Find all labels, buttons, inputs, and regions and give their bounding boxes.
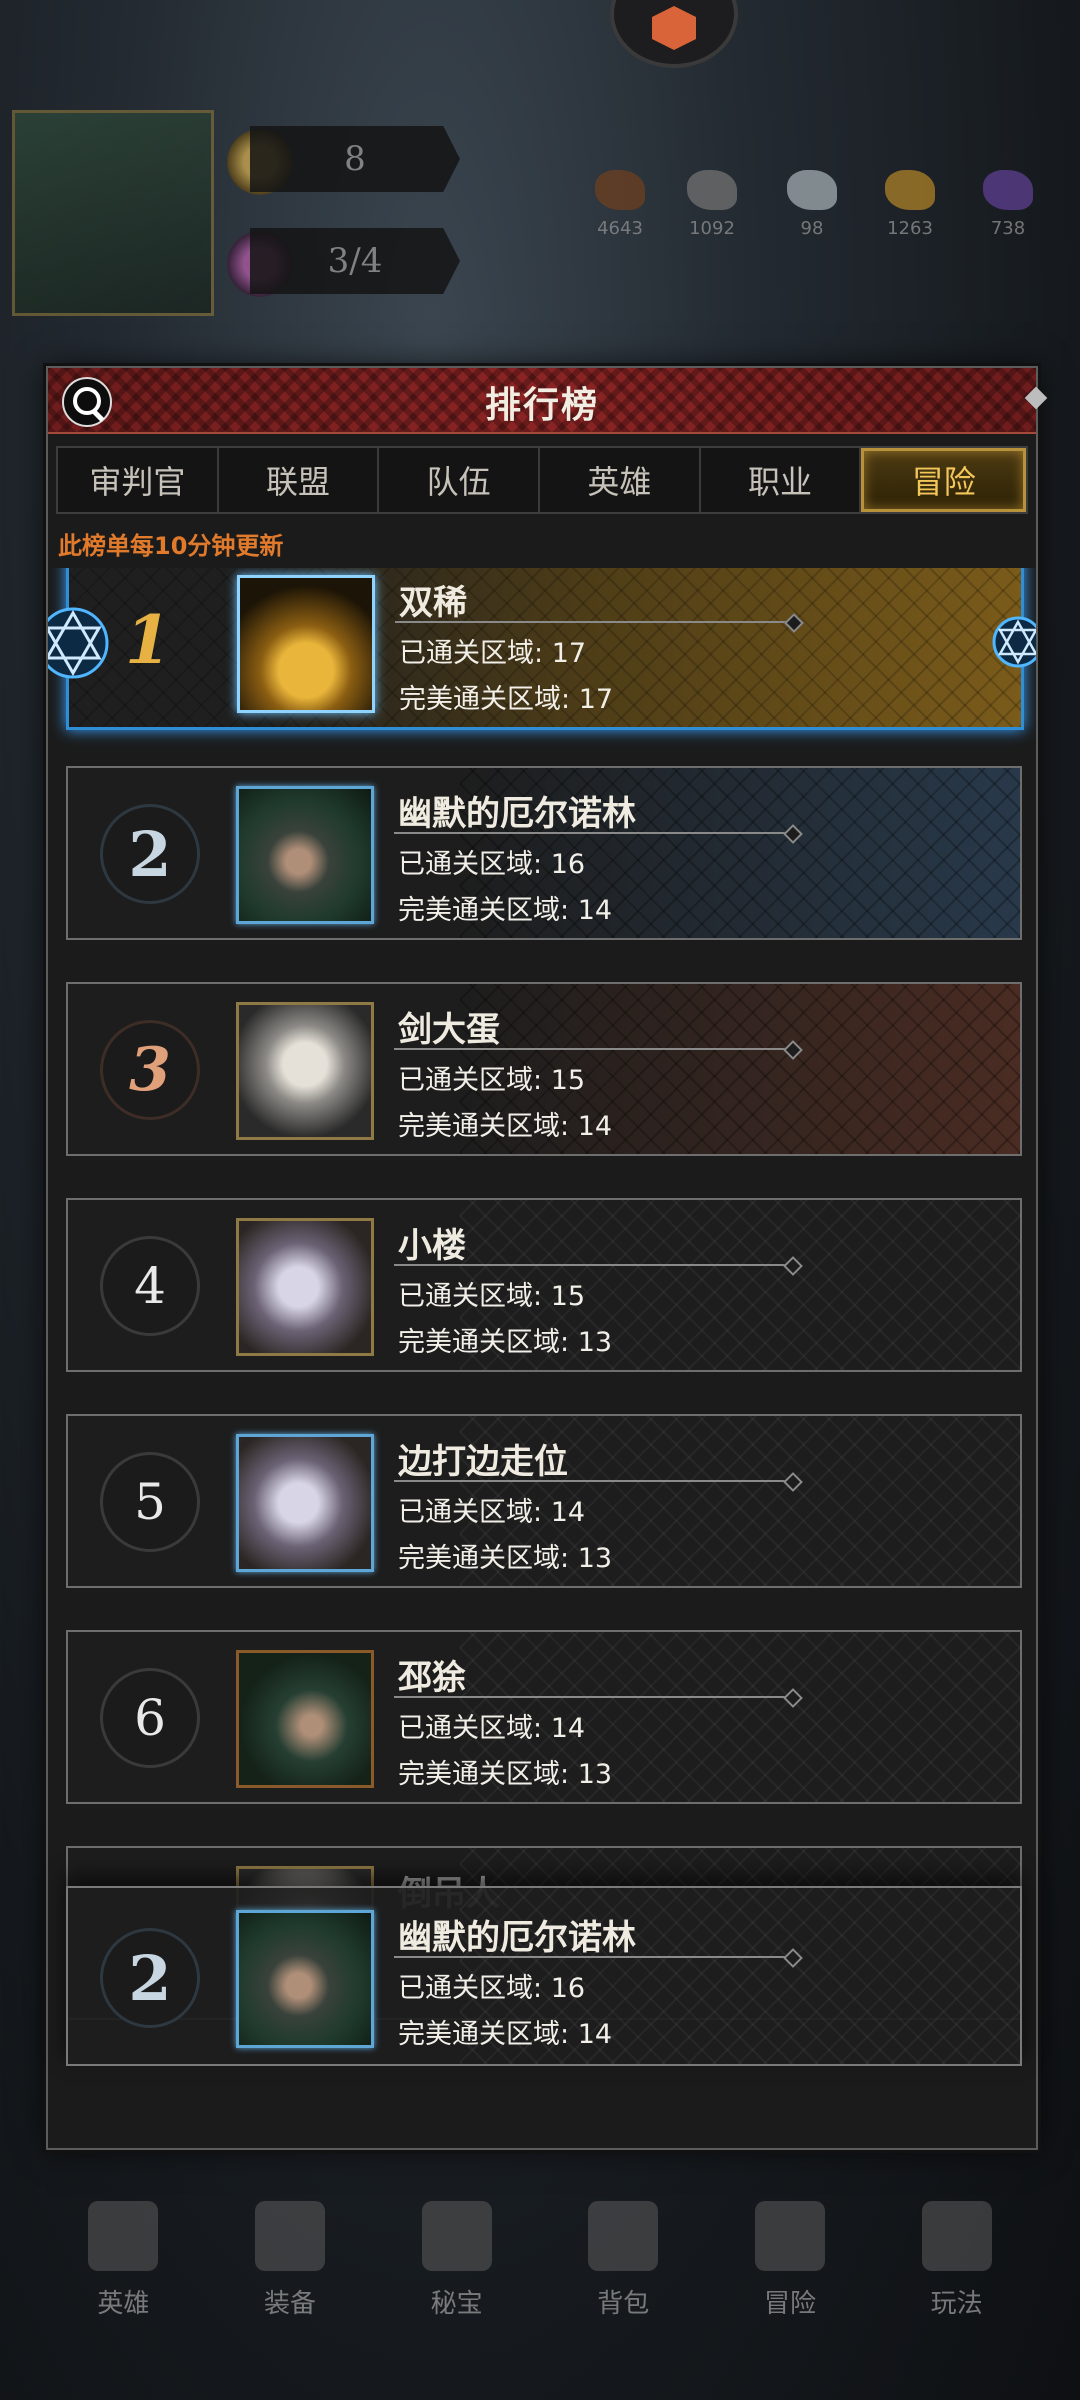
divider <box>395 621 795 623</box>
divider <box>394 1264 794 1266</box>
divider <box>394 1696 794 1698</box>
divider <box>394 832 794 834</box>
ranking-list[interactable]: 1 双稀 已通关区域: 17 完美通关区域: 17 2 幽默的厄尔诺林 已通关区… <box>48 568 1036 2068</box>
divider <box>394 1956 794 1958</box>
avatar[interactable] <box>236 786 374 924</box>
avatar[interactable] <box>236 1002 374 1140</box>
player-name: 小楼 <box>398 1226 466 1266</box>
player-portrait[interactable] <box>12 110 214 316</box>
player-name: 邳狳 <box>398 1658 466 1698</box>
nav-equipment[interactable]: 装备 <box>230 2201 350 2320</box>
rank-number: 6 <box>100 1668 200 1768</box>
avatar[interactable] <box>236 1218 374 1356</box>
perfect-stat: 完美通关区域: 14 <box>398 2019 613 2050</box>
player-name: 剑大蛋 <box>398 1010 500 1050</box>
resource-crystal: 98 <box>772 170 852 239</box>
avatar[interactable] <box>237 575 375 713</box>
perfect-stat: 完美通关区域: 14 <box>398 895 613 926</box>
ranking-row[interactable]: 2 幽默的厄尔诺林 已通关区域: 16 完美通关区域: 14 <box>66 766 1022 940</box>
perfect-stat: 完美通关区域: 13 <box>398 1759 613 1790</box>
tab-hero[interactable]: 英雄 <box>540 448 701 512</box>
ranking-row[interactable]: 4 小楼 已通关区域: 15 完美通关区域: 13 <box>66 1198 1022 1372</box>
rank-number: 3 <box>100 1020 200 1120</box>
rank-number: 1 <box>125 601 171 679</box>
cleared-stat: 已通关区域: 15 <box>398 1281 586 1312</box>
tab-alliance[interactable]: 联盟 <box>219 448 380 512</box>
nav-gameplay[interactable]: 玩法 <box>897 2201 1017 2320</box>
player-name: 幽默的厄尔诺林 <box>398 1918 636 1958</box>
hexagram-icon <box>992 616 1036 668</box>
cleared-stat: 已通关区域: 17 <box>399 638 587 669</box>
resource-ore: 1092 <box>672 170 752 239</box>
nav-bag[interactable]: 背包 <box>563 2201 683 2320</box>
divider <box>394 1048 794 1050</box>
panel-title: 排行榜 <box>484 385 599 426</box>
divider <box>394 1480 794 1482</box>
cleared-stat: 已通关区域: 16 <box>398 849 586 880</box>
nav-heroes[interactable]: 英雄 <box>63 2201 183 2320</box>
tab-class[interactable]: 职业 <box>701 448 862 512</box>
cleared-stat: 已通关区域: 14 <box>398 1713 586 1744</box>
update-notice: 此榜单每10分钟更新 <box>58 532 284 560</box>
ranking-row[interactable]: 5 边打边走位 已通关区域: 14 完美通关区域: 13 <box>66 1414 1022 1588</box>
perfect-stat: 完美通关区域: 14 <box>398 1111 613 1142</box>
player-name: 双稀 <box>399 583 467 623</box>
tab-team[interactable]: 队伍 <box>379 448 541 512</box>
hud-level: 8 <box>250 126 460 192</box>
cleared-stat: 已通关区域: 14 <box>398 1497 586 1528</box>
nav-adventure[interactable]: 冒险 <box>730 2201 850 2320</box>
top-emblem-icon[interactable] <box>610 0 738 68</box>
avatar[interactable] <box>236 1434 374 1572</box>
hud-team: 3/4 <box>250 228 460 294</box>
leaderboard-panel: 排行榜 审判官 联盟 队伍 英雄 职业 冒险 此榜单每10分钟更新 1 双稀 已… <box>46 366 1048 2150</box>
resource-gem: 738 <box>968 170 1048 239</box>
ranking-row[interactable]: 1 双稀 已通关区域: 17 完美通关区域: 17 <box>48 568 1036 730</box>
avatar[interactable] <box>236 1910 374 2048</box>
perfect-stat: 完美通关区域: 13 <box>398 1543 613 1574</box>
rank-number: 5 <box>100 1452 200 1552</box>
my-ranking-row[interactable]: 2 幽默的厄尔诺林 已通关区域: 16 完美通关区域: 14 <box>66 1886 1022 2066</box>
player-name: 边打边走位 <box>398 1442 568 1482</box>
category-tabs: 审判官 联盟 队伍 英雄 职业 冒险 <box>56 446 1028 514</box>
player-name: 幽默的厄尔诺林 <box>398 794 636 834</box>
rank-number: 2 <box>100 804 200 904</box>
resource-gold: 1263 <box>870 170 950 239</box>
ranking-row[interactable]: 6 邳狳 已通关区域: 14 完美通关区域: 13 <box>66 1630 1022 1804</box>
nav-treasure[interactable]: 秘宝 <box>397 2201 517 2320</box>
rank-number: 4 <box>100 1236 200 1336</box>
resource-wood: 4643 <box>580 170 660 239</box>
cleared-stat: 已通关区域: 16 <box>398 1973 586 2004</box>
rank-number: 2 <box>100 1928 200 2028</box>
avatar[interactable] <box>236 1650 374 1788</box>
bottom-nav: 英雄 装备 秘宝 背包 冒险 玩法 <box>40 2140 1040 2320</box>
tab-judge[interactable]: 审判官 <box>58 448 219 512</box>
panel-header: 排行榜 <box>48 368 1048 434</box>
perfect-stat: 完美通关区域: 17 <box>399 684 614 715</box>
cleared-stat: 已通关区域: 15 <box>398 1065 586 1096</box>
ranking-row[interactable]: 3 剑大蛋 已通关区域: 15 完美通关区域: 14 <box>66 982 1022 1156</box>
perfect-stat: 完美通关区域: 13 <box>398 1327 613 1358</box>
tab-adventure[interactable]: 冒险 <box>861 448 1027 512</box>
